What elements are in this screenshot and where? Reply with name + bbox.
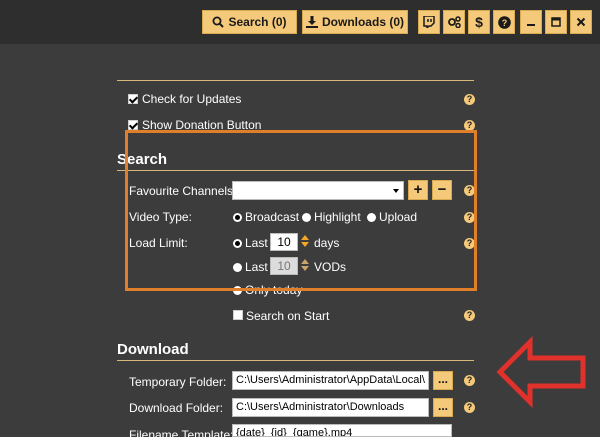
search-on-start-label: Search on Start: [246, 309, 330, 323]
maximize-button[interactable]: [545, 10, 567, 34]
section-divider: [117, 80, 474, 81]
annotation-arrow-icon: [496, 335, 586, 409]
download-folder-label: Download Folder:: [129, 401, 224, 415]
svg-text:?: ?: [501, 18, 507, 28]
twitch-button[interactable]: [418, 10, 440, 34]
download-folder-input[interactable]: C:\Users\Administrator\Downloads: [232, 398, 429, 417]
search-on-start-help-icon[interactable]: ?: [464, 310, 475, 321]
donate-button[interactable]: $: [468, 10, 490, 34]
downloads-button-label: Downloads (0): [321, 15, 404, 29]
search-button[interactable]: Search (0): [202, 10, 297, 34]
filename-template-label: Filename Template:: [129, 428, 234, 437]
search-on-start-checkbox[interactable]: [233, 310, 243, 320]
check-updates-checkbox[interactable]: [128, 94, 138, 104]
download-folder-help-icon[interactable]: ?: [464, 402, 475, 413]
download-icon: [305, 16, 318, 28]
minimize-button[interactable]: [520, 10, 542, 34]
download-folder-browse-button[interactable]: ...: [433, 398, 453, 417]
dollar-icon: $: [475, 14, 483, 30]
search-icon: [212, 16, 225, 28]
filename-template-input[interactable]: {date}_{id}_{game}.mp4: [232, 424, 452, 437]
twitch-icon: [423, 16, 435, 28]
temp-folder-label: Temporary Folder:: [129, 375, 227, 389]
temp-folder-browse-button[interactable]: ...: [433, 371, 453, 390]
temp-folder-help-icon[interactable]: ?: [464, 375, 475, 386]
search-button-label: Search (0): [228, 15, 287, 29]
check-updates-label: Check for Updates: [142, 92, 242, 106]
downloads-button[interactable]: Downloads (0): [302, 10, 408, 34]
settings-icon: [447, 16, 461, 28]
close-button[interactable]: [570, 10, 592, 34]
show-donation-checkbox[interactable]: [128, 120, 138, 130]
help-icon: ?: [497, 15, 511, 29]
maximize-icon: [551, 17, 561, 27]
download-section-heading: Download: [117, 341, 189, 358]
temp-folder-input[interactable]: C:\Users\Administrator\AppData\Local\: [232, 371, 429, 390]
settings-button[interactable]: [443, 10, 465, 34]
title-bar: Search (0) Downloads (0) $ ?: [0, 0, 600, 44]
check-updates-help-icon[interactable]: ?: [464, 94, 475, 105]
download-section-divider: [117, 360, 474, 361]
annotation-highlight-box: [125, 130, 477, 291]
close-icon: [576, 17, 586, 27]
help-button[interactable]: ?: [493, 10, 515, 34]
minimize-icon: [527, 24, 535, 26]
